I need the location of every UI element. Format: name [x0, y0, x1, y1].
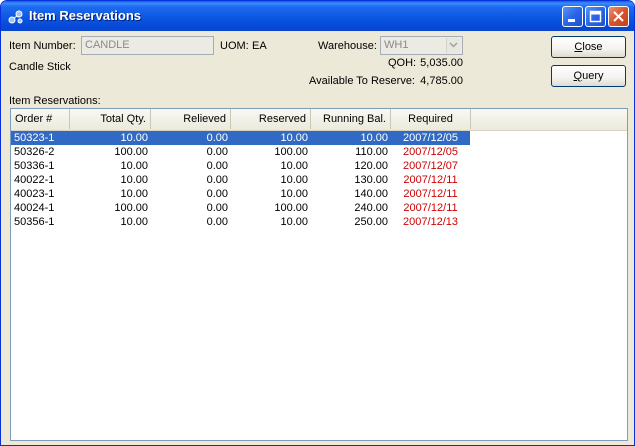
cell-total-qty: 10.00: [120, 174, 148, 186]
column-header-relieved[interactable]: Relieved: [151, 109, 231, 129]
uom-label: UOM:: [220, 40, 249, 52]
cell-total-qty: 100.00: [114, 202, 148, 214]
cell-total-qty: 100.00: [114, 146, 148, 158]
table-row[interactable]: 40023-1 10.00 0.00 10.00 140.00 2007/12/…: [11, 187, 470, 201]
cell-reserved: 10.00: [280, 216, 308, 228]
warehouse-label: Warehouse:: [318, 40, 377, 52]
chevron-down-icon[interactable]: [446, 38, 461, 53]
cell-relieved: 0.00: [206, 188, 228, 200]
cell-order: 40023-1: [14, 188, 55, 200]
column-header-total-qty[interactable]: Total Qty.: [70, 109, 151, 129]
cell-total-qty: 10.00: [120, 188, 148, 200]
cell-order: 50323-1: [14, 132, 55, 144]
cell-reserved: 10.00: [280, 188, 308, 200]
item-number-label: Item Number:: [9, 40, 76, 52]
cell-running-bal: 130.00: [354, 174, 388, 186]
maximize-icon: [589, 10, 602, 23]
warehouse-value: WH1: [384, 39, 409, 51]
maximize-button[interactable]: [585, 6, 606, 27]
cell-total-qty: 10.00: [120, 132, 148, 144]
query-label-rest: uery: [582, 70, 604, 82]
column-header-running-bal[interactable]: Running Bal.: [311, 109, 391, 129]
title-bar[interactable]: Item Reservations: [1, 1, 634, 31]
reservations-table[interactable]: Order # Total Qty. Relieved Reserved Run…: [10, 108, 628, 441]
minimize-button[interactable]: [562, 6, 583, 27]
column-header-order[interactable]: Order #: [11, 109, 70, 129]
cell-order: 40024-1: [14, 202, 55, 214]
warehouse-select[interactable]: WH1: [380, 36, 463, 55]
cell-required: 2007/12/13: [402, 216, 459, 228]
cell-reserved: 100.00: [274, 202, 308, 214]
cell-relieved: 0.00: [206, 216, 228, 228]
table-header: Order # Total Qty. Relieved Reserved Run…: [11, 109, 627, 131]
cell-required: 2007/12/05: [402, 146, 459, 158]
window-title: Item Reservations: [29, 8, 141, 23]
cell-total-qty: 10.00: [120, 160, 148, 172]
item-number-field[interactable]: CANDLE: [81, 36, 214, 55]
item-description: Candle Stick: [9, 61, 71, 73]
cell-total-qty: 10.00: [120, 216, 148, 228]
available-value: 4,785.00: [420, 75, 463, 87]
cell-reserved: 10.00: [280, 132, 308, 144]
close-button[interactable]: Close: [551, 36, 626, 58]
close-icon: [613, 11, 624, 22]
cell-order: 40022-1: [14, 174, 55, 186]
uom-value: EA: [252, 40, 267, 52]
cell-running-bal: 250.00: [354, 216, 388, 228]
table-row[interactable]: 50326-2 100.00 0.00 100.00 110.00 2007/1…: [11, 145, 470, 159]
cell-required: 2007/12/11: [403, 188, 458, 200]
cell-running-bal: 240.00: [354, 202, 388, 214]
window-content: Item Number: CANDLE UOM: EA Candle Stick…: [4, 31, 631, 444]
column-header-required[interactable]: Required: [391, 109, 471, 129]
cell-required: 2007/12/11: [403, 174, 458, 186]
cell-order: 50356-1: [14, 216, 55, 228]
close-window-button[interactable]: [608, 6, 629, 27]
minimize-icon: [568, 19, 575, 22]
cell-relieved: 0.00: [206, 132, 228, 144]
cell-running-bal: 120.00: [354, 160, 388, 172]
cell-required: 2007/12/11: [403, 202, 458, 214]
column-header-reserved[interactable]: Reserved: [231, 109, 311, 129]
item-reservations-window: Item Reservations Item Number: CANDLE UO…: [0, 0, 635, 446]
cell-required: 2007/12/05: [402, 132, 459, 144]
cell-relieved: 0.00: [206, 174, 228, 186]
cell-running-bal: 140.00: [354, 188, 388, 200]
available-label: Available To Reserve:: [309, 75, 415, 87]
qoh-value: 5,035.00: [420, 57, 463, 69]
table-row[interactable]: 40022-1 10.00 0.00 10.00 130.00 2007/12/…: [11, 173, 470, 187]
cell-running-bal: 110.00: [355, 146, 388, 158]
cell-running-bal: 10.00: [360, 132, 388, 144]
query-mnemonic: Q: [573, 70, 583, 82]
cell-order: 50336-1: [14, 160, 55, 172]
reservations-title: Item Reservations:: [9, 95, 101, 107]
cell-reserved: 10.00: [280, 160, 308, 172]
cell-relieved: 0.00: [206, 146, 228, 158]
table-row[interactable]: 50356-1 10.00 0.00 10.00 250.00 2007/12/…: [11, 215, 470, 229]
table-row[interactable]: 40024-1 100.00 0.00 100.00 240.00 2007/1…: [11, 201, 470, 215]
query-button[interactable]: Query: [551, 65, 626, 87]
close-label-rest: lose: [582, 41, 603, 53]
cell-order: 50326-2: [14, 146, 55, 158]
cell-reserved: 10.00: [280, 174, 308, 186]
table-row[interactable]: 50336-1 10.00 0.00 10.00 120.00 2007/12/…: [11, 159, 470, 173]
table-row[interactable]: 50323-1 10.00 0.00 10.00 10.00 2007/12/0…: [11, 131, 470, 145]
cell-relieved: 0.00: [206, 202, 228, 214]
cell-reserved: 100.00: [274, 146, 308, 158]
cell-required: 2007/12/07: [402, 160, 459, 172]
reservations-icon: [8, 10, 23, 24]
qoh-label: QOH:: [388, 57, 417, 69]
cell-relieved: 0.00: [206, 160, 228, 172]
